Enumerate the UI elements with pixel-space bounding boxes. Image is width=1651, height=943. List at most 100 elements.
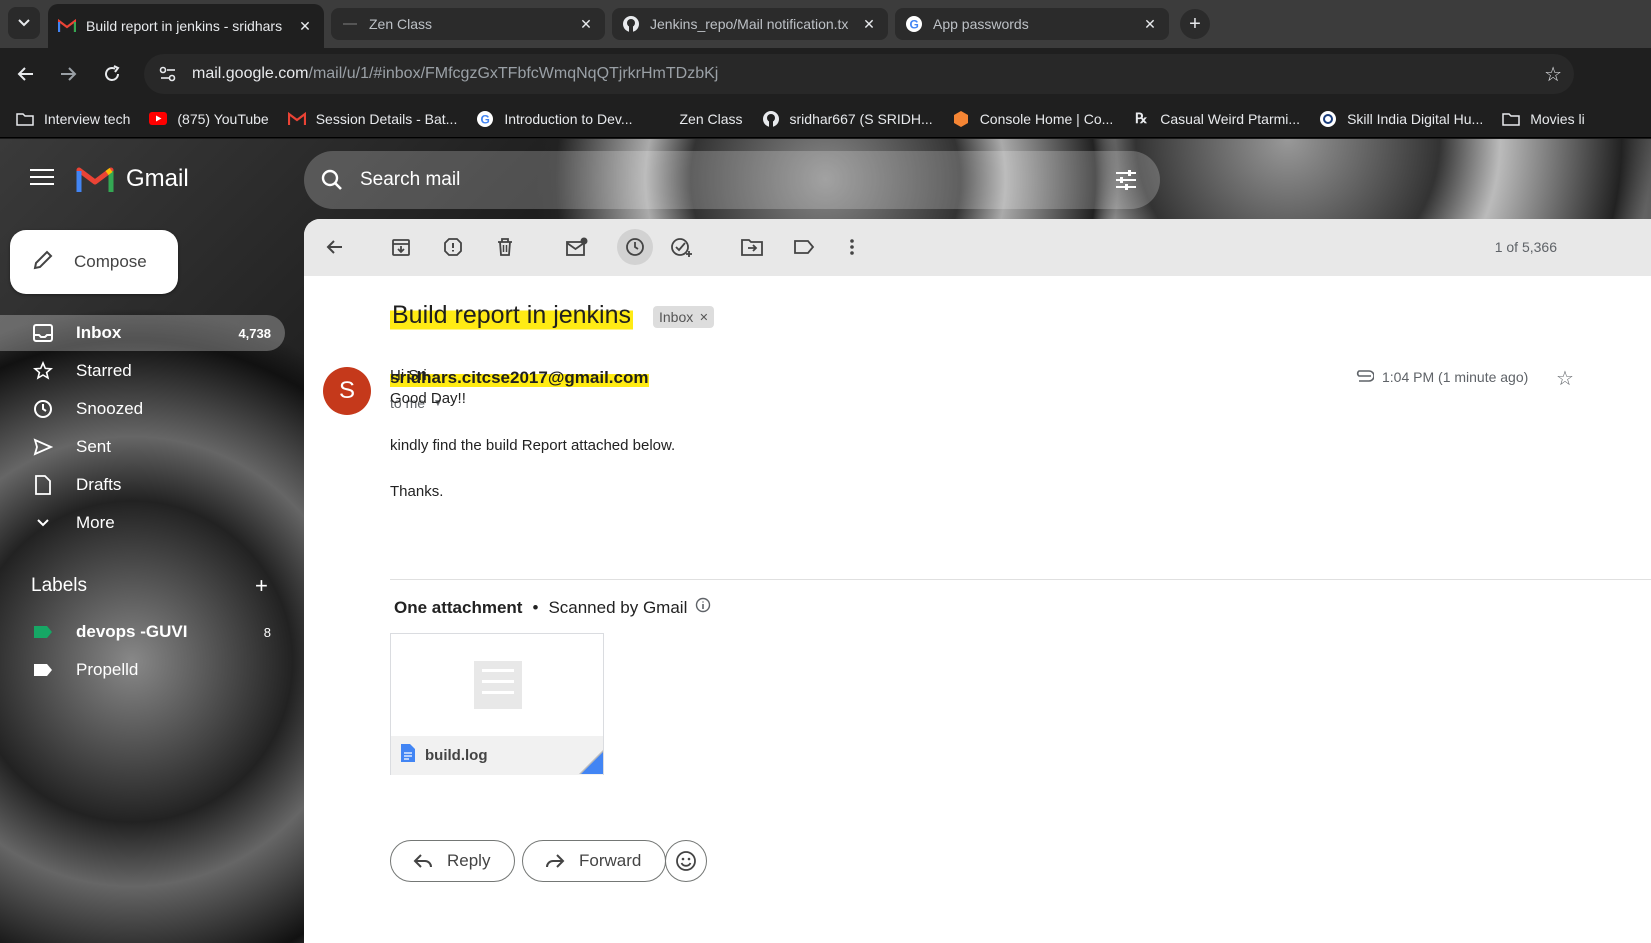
mark-unread-icon	[566, 237, 588, 256]
close-icon[interactable]: ✕	[1141, 16, 1159, 33]
info-icon[interactable]	[695, 597, 711, 618]
email-body-line: Hi Sri,	[390, 367, 431, 384]
sidebar-item-inbox[interactable]: Inbox 4,738	[0, 315, 285, 351]
bookmark-label: Session Details - Bat...	[315, 110, 458, 127]
tab-title: Build report in jenkins - sridhars	[86, 18, 283, 34]
new-tab-button[interactable]: +	[1180, 9, 1210, 39]
message-toolbar: 1 of 5,366	[304, 219, 1651, 276]
add-to-tasks-button[interactable]	[670, 235, 694, 259]
forward-button[interactable]	[56, 62, 80, 86]
back-button[interactable]	[14, 62, 38, 86]
back-to-inbox-button[interactable]	[323, 235, 347, 259]
tab-zen-class[interactable]: Zen Class ✕	[331, 8, 605, 40]
reply-button[interactable]: Reply	[390, 840, 516, 882]
delete-button[interactable]	[493, 235, 517, 259]
zen-icon	[341, 15, 359, 33]
compose-button[interactable]: Compose	[10, 230, 178, 294]
attachment-name: build.log	[425, 747, 488, 764]
draft-icon	[33, 475, 53, 495]
sidebar-label-devops[interactable]: devops -GUVI 8	[0, 614, 285, 650]
menu-line	[30, 183, 54, 185]
move-to-icon	[741, 239, 763, 256]
search-icon[interactable]	[304, 169, 360, 191]
main-menu-button[interactable]	[30, 169, 54, 187]
more-options-button[interactable]	[840, 235, 864, 259]
address-bar-row: mail.google.com/mail/u/1/#inbox/FMfcgzGx…	[0, 48, 1651, 100]
sidebar-item-label: More	[76, 513, 115, 532]
bookmark-item[interactable]: (875) YouTube	[149, 110, 269, 127]
email-timestamp: 1:04 PM (1 minute ago)	[1354, 369, 1528, 385]
more-vert-icon	[850, 239, 854, 255]
search-input[interactable]	[360, 169, 1060, 191]
plus-icon: +	[255, 573, 268, 598]
create-label-button[interactable]: +	[255, 573, 268, 599]
close-icon[interactable]: ✕	[296, 18, 314, 35]
sidebar-item-label: Inbox	[76, 323, 122, 342]
tab-app-passwords[interactable]: G App passwords ✕	[895, 8, 1169, 40]
attachment-footer: build.log	[391, 736, 603, 775]
bookmark-item[interactable]: Console Home | Co...	[952, 110, 1114, 127]
gmail-logo[interactable]: Gmail	[76, 165, 189, 193]
tab-search-button[interactable]	[8, 7, 40, 39]
inbox-label-chip[interactable]: Inbox ✕	[653, 306, 715, 328]
sidebar-item-drafts[interactable]: Drafts	[0, 467, 285, 503]
add-task-icon	[671, 238, 692, 257]
bookmark-star-icon[interactable]: ☆	[1544, 62, 1562, 87]
bookmark-item[interactable]: ℞ Casual Weird Ptarmi...	[1132, 110, 1300, 127]
preview-line	[482, 691, 514, 694]
forward-icon	[545, 853, 565, 869]
plus-icon: +	[1189, 12, 1201, 35]
pencil-icon	[32, 249, 54, 276]
url-text: mail.google.com/mail/u/1/#inbox/FMfcgzGx…	[192, 65, 718, 83]
close-icon[interactable]: ✕	[860, 16, 878, 33]
labels-button[interactable]	[792, 235, 816, 259]
sidebar-item-sent[interactable]: Sent	[0, 429, 285, 465]
bookmark-item[interactable]: Session Details - Bat...	[287, 110, 458, 127]
label-icon	[33, 622, 53, 642]
sidebar-item-more[interactable]: More	[0, 505, 285, 541]
forward-label: Forward	[579, 851, 642, 870]
move-to-button[interactable]	[740, 235, 764, 259]
bookmark-item[interactable]: G Introduction to Dev...	[476, 110, 633, 127]
inbox-icon	[33, 323, 53, 343]
mark-unread-button[interactable]	[565, 235, 589, 259]
emoji-reaction-button[interactable]	[665, 840, 707, 882]
email-subject: Build report in jenkins	[390, 299, 634, 332]
bookmark-label: (875) YouTube	[177, 110, 269, 127]
close-icon[interactable]: ✕	[577, 16, 595, 33]
emoji-icon	[676, 851, 696, 871]
avatar[interactable]: S	[323, 367, 371, 415]
site-settings-icon[interactable]	[150, 60, 186, 88]
tab-title: Jenkins_repo/Mail notification.tx	[650, 16, 849, 32]
tab-gmail[interactable]: Build report in jenkins - sridhars ✕	[48, 4, 324, 48]
bookmark-item[interactable]: Zen Class	[651, 111, 742, 127]
sidebar-item-snoozed[interactable]: Snoozed	[0, 391, 285, 427]
forward-button[interactable]: Forward	[522, 840, 667, 882]
bookmark-item[interactable]: Movies li	[1502, 110, 1585, 127]
archive-button[interactable]	[389, 235, 413, 259]
sidebar-item-starred[interactable]: Starred	[0, 353, 285, 389]
attachment-card[interactable]: build.log	[390, 633, 604, 775]
snooze-button[interactable]	[617, 229, 653, 265]
search-options-icon[interactable]	[1114, 168, 1138, 197]
star-message-icon[interactable]: ☆	[1556, 366, 1574, 391]
reload-button[interactable]	[100, 62, 124, 86]
sidebar-label-propelld[interactable]: Propelld	[0, 652, 285, 688]
bookmark-item[interactable]: sridhar667 (S SRIDH...	[762, 110, 933, 127]
tab-github[interactable]: Jenkins_repo/Mail notification.tx ✕	[612, 8, 888, 40]
bookmark-label: Movies li	[1530, 110, 1585, 127]
bookmark-label: Introduction to Dev...	[504, 110, 633, 127]
bookmark-label: Console Home | Co...	[979, 110, 1114, 127]
email-body-line: kindly find the build Report attached be…	[390, 437, 676, 454]
page-fold-corner-icon	[581, 752, 603, 774]
message-panel: 1 of 5,366 Build report in jenkins Inbox…	[304, 219, 1651, 943]
close-icon[interactable]: ✕	[699, 311, 708, 324]
url-field[interactable]: mail.google.com/mail/u/1/#inbox/FMfcgzGx…	[144, 54, 1574, 94]
google-icon: G	[476, 110, 494, 127]
bookmark-item[interactable]: Skill India Digital Hu...	[1319, 110, 1483, 127]
separator-dot: •	[532, 597, 539, 617]
bookmark-item[interactable]: Interview tech	[16, 111, 130, 127]
archive-icon	[392, 239, 410, 256]
bookmarks-bar: Interview tech (875) YouTube Session Det…	[0, 100, 1651, 138]
report-spam-button[interactable]	[441, 235, 465, 259]
